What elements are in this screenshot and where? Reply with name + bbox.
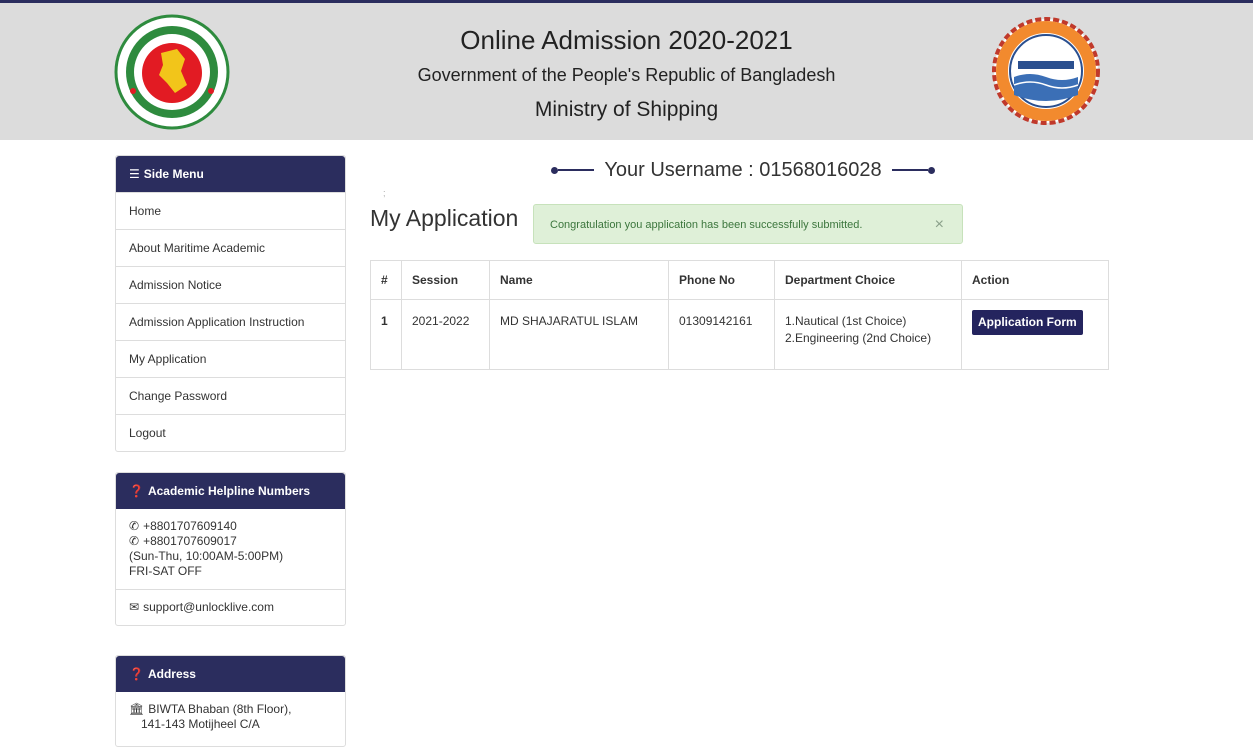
envelope-icon: ✉ <box>129 600 140 614</box>
phone-icon: ✆ <box>129 534 140 548</box>
success-alert: Congratulation you application has been … <box>533 204 963 244</box>
column-header-session: Session <box>401 260 490 300</box>
site-header: Online Admission 2020-2021 Government of… <box>0 3 1253 140</box>
sidebar-item-logout[interactable]: Logout <box>116 414 345 451</box>
close-icon[interactable]: × <box>935 205 944 245</box>
sidebar-item-my-application[interactable]: My Application <box>116 340 345 377</box>
sidebar-item-admission-notice[interactable]: Admission Notice <box>116 266 345 303</box>
helpline-phone-2[interactable]: +8801707609017 <box>143 534 237 548</box>
column-header-action: Action <box>961 260 1109 300</box>
stray-mark: ; <box>383 188 386 198</box>
helpline-email[interactable]: support@unlocklive.com <box>143 600 274 614</box>
table-header-row: # Session Name Phone No Department Choic… <box>370 260 1109 300</box>
column-header-number: # <box>370 260 402 300</box>
sidebar-item-home[interactable]: Home <box>116 192 345 229</box>
page-title: My Application <box>370 205 519 231</box>
username-label: Your Username : 01568016028 <box>604 158 882 181</box>
phone-icon: ✆ <box>129 519 140 533</box>
department-choice-2: 2.Engineering (2nd Choice) <box>785 331 932 345</box>
sidebar-item-change-password[interactable]: Change Password <box>116 377 345 414</box>
address-line-1: BIWTA Bhaban (8th Floor), <box>148 702 292 716</box>
row-name: MD SHAJARATUL ISLAM <box>489 299 669 370</box>
helpline-phone-1[interactable]: +8801707609140 <box>143 519 237 533</box>
row-phone: 01309142161 <box>668 299 775 370</box>
banner-ornament-left <box>551 166 595 174</box>
row-session: 2021-2022 <box>401 299 490 370</box>
applications-table: # Session Name Phone No Department Choic… <box>370 260 1109 370</box>
column-header-department-choice: Department Choice <box>774 260 962 300</box>
helpline-panel: ❓ Academic Helpline Numbers ✆ +88017076091… <box>115 472 346 626</box>
address-line-2: 141-143 Motijheel C/A <box>141 717 260 731</box>
side-menu-header: ☰ Side Menu <box>116 156 345 192</box>
column-header-phone: Phone No <box>668 260 775 300</box>
row-action: Application Form <box>961 299 1109 370</box>
question-circle-icon: ❓ <box>129 667 144 681</box>
address-info: 🏛 BIWTA Bhaban (8th Floor), 141-143 Motij… <box>116 692 345 742</box>
helpline-email-row: ✉ support@unlocklive.com <box>116 589 345 625</box>
question-circle-icon: ❓ <box>129 484 144 498</box>
side-menu-title: Side Menu <box>143 167 204 181</box>
application-form-button[interactable]: Application Form <box>972 310 1083 335</box>
maritime-academy-logo <box>992 17 1100 125</box>
sidebar-item-admission-application-instruction[interactable]: Admission Application Instruction <box>116 303 345 340</box>
success-alert-message: Congratulation you application has been … <box>550 219 863 231</box>
bars-icon: ☰ <box>129 167 140 181</box>
side-menu-panel: ☰ Side Menu Home About Maritime Academic … <box>115 155 346 452</box>
bank-icon: 🏛 <box>129 702 145 716</box>
helpline-info: ✆ +8801707609140 ✆ +8801707609017 (Sun-Thu… <box>116 509 345 589</box>
address-panel: ❓ Address 🏛 BIWTA Bhaban (8th Floor), 141-… <box>115 655 346 747</box>
helpline-hours: (Sun-Thu, 10:00AM-5:00PM) <box>129 549 284 563</box>
helpline-header: ❓ Academic Helpline Numbers <box>116 473 345 509</box>
sidebar-item-about-maritime-academic[interactable]: About Maritime Academic <box>116 229 345 266</box>
banner-ornament-right <box>891 166 935 174</box>
row-department-choice: 1.Nautical (1st Choice) 2.Engineering (2… <box>774 299 962 370</box>
helpline-title: Academic Helpline Numbers <box>147 484 311 498</box>
row-number: 1 <box>370 299 402 370</box>
column-header-name: Name <box>489 260 669 300</box>
address-title: Address <box>147 667 196 681</box>
department-choice-1: 1.Nautical (1st Choice) <box>785 314 907 328</box>
table-row: 1 2021-2022 MD SHAJARATUL ISLAM 01309142… <box>370 299 1109 370</box>
address-header: ❓ Address <box>116 656 345 692</box>
username-banner: Your Username : 01568016028 <box>528 156 958 184</box>
helpline-off-days: FRI-SAT OFF <box>129 564 202 578</box>
